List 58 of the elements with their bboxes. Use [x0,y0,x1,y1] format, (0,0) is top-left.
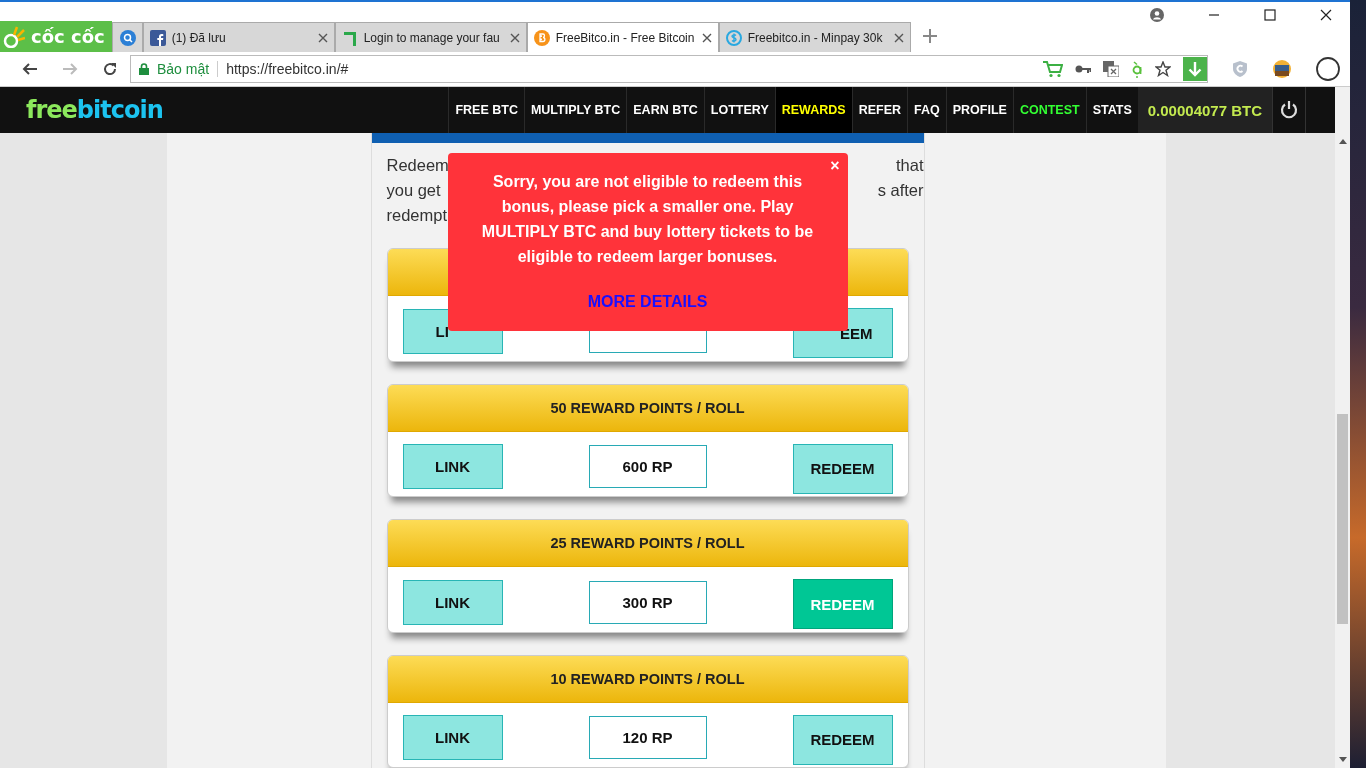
search-tab[interactable] [111,22,143,52]
nav-link[interactable]: REWARDS [774,87,852,133]
link-button[interactable]: LINK [402,444,503,490]
card-title: 25 REWARD POINTS / ROLL [550,535,745,552]
link-button[interactable]: LINK [402,579,503,625]
error-message: Sorry, you are not eligible to redeem this bonus, please pick a smaller one. Play MULTIPLY BTC and buy lottery tickets to be eligible to redeem larger bonuses. [480,172,815,267]
key-icon[interactable] [1075,64,1091,74]
btc-balance: 0.00004077 BTC [1137,87,1272,133]
back-arrow-icon[interactable] [22,61,38,77]
logo-text-part: free [26,96,77,124]
circle-outline-icon[interactable] [1316,57,1340,81]
close-icon[interactable] [1320,9,1332,21]
translate-icon[interactable] [1103,61,1119,77]
dollar-coin-icon [725,29,742,46]
scrollbar[interactable] [1335,87,1350,768]
star-icon[interactable] [1155,61,1171,77]
points-amount: 300 RP [588,580,707,624]
leaf-logo-icon [3,25,25,48]
browser-tab[interactable]: Login to manage your fau [334,22,527,52]
maximize-icon[interactable] [1264,9,1276,21]
url-text: https://freebitco.in/# [226,61,349,77]
text-fragment: s after [877,180,924,202]
power-icon [1279,100,1299,120]
close-button[interactable]: × [830,157,840,175]
bitcoin-icon [533,29,550,46]
link-button[interactable]: LINK [402,715,503,761]
text-fragment: Redeem [386,155,449,177]
address-bar[interactable]: Bảo mật https://freebitco.in/# [130,55,1208,83]
text-fragment: that [895,155,924,177]
text-fragment: you get [386,180,442,202]
tab-title: Login to manage your fau [363,30,501,45]
points-amount: 120 RP [588,716,707,760]
browser-tab[interactable]: Freebitco.in - Minpay 30k [718,22,911,52]
points-amount: 600 RP [588,445,707,489]
shopping-cart-icon[interactable] [1043,60,1063,78]
tab-title: (1) Đã lưu [171,30,227,45]
redeem-button[interactable]: REDEEM [792,443,893,494]
text-fragment: redempt [386,205,449,227]
scrollbar-thumb[interactable] [1337,414,1348,624]
facebook-icon [149,29,166,46]
browser-tab[interactable]: (1) Đã lưu [142,22,335,52]
browser-tab[interactable]: FreeBitco.in - Free Bitcoin [526,22,719,52]
card-title: 10 REWARD POINTS / ROLL [550,670,745,687]
site-logo[interactable]: freebitcoin [0,96,163,124]
new-tab-plus-icon[interactable] [922,29,937,43]
card-title: 50 REWARD POINTS / ROLL [550,399,745,416]
security-label: Bảo mật [157,61,219,77]
redeem-button[interactable]: REDEEM [792,714,893,765]
close-icon[interactable] [701,32,712,43]
search-icon [119,29,136,46]
reload-icon[interactable] [102,61,118,77]
logo-text-part: bitcoin [76,96,163,124]
bracket-icon [341,29,358,46]
tab-title: FreeBitco.in - Free Bitcoin [555,30,696,45]
user-account-icon[interactable] [1150,8,1164,22]
lock-icon [139,63,149,75]
browser-brand-name: cốc cốc [31,26,105,47]
tab-title: Freebitco.in - Minpay 30k [747,30,884,45]
